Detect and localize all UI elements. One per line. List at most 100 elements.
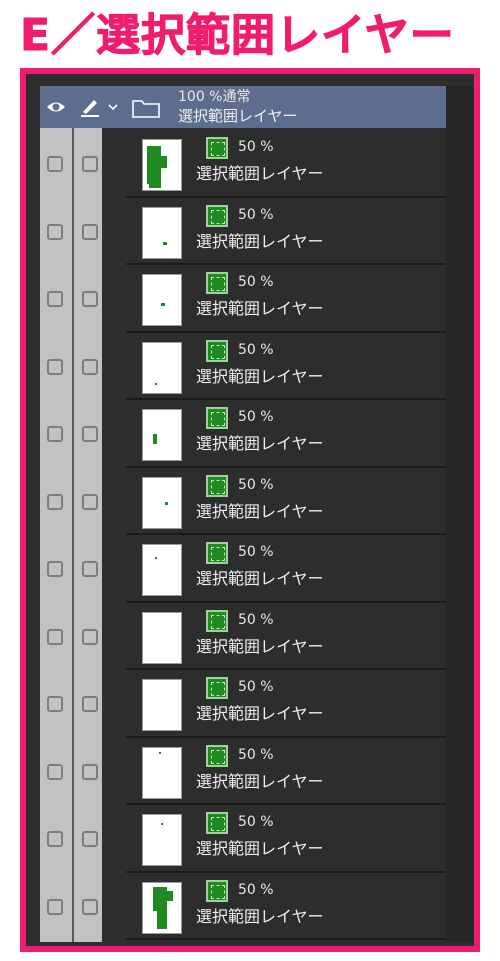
selection-mark <box>159 751 161 754</box>
layer-visibility-checkbox[interactable] <box>47 831 63 847</box>
layer-opacity: 50 % <box>238 746 274 763</box>
eye-icon[interactable] <box>46 99 66 115</box>
layer-row[interactable]: 50 % 選択範囲レイヤー <box>26 265 474 333</box>
selection-mark <box>161 303 165 306</box>
layer-lock-checkbox[interactable] <box>82 291 98 307</box>
layer-name[interactable]: 選択範囲レイヤー <box>196 164 324 184</box>
layer-opacity: 50 % <box>238 476 274 493</box>
layer-visibility-checkbox[interactable] <box>47 696 63 712</box>
layer-thumbnail <box>142 881 182 934</box>
layer-visibility-checkbox[interactable] <box>47 291 63 307</box>
layer-name[interactable]: 選択範囲レイヤー <box>196 907 324 927</box>
layer-visibility-checkbox[interactable] <box>47 426 63 442</box>
folder-layer-row[interactable]: 100 %通常 選択範囲レイヤー <box>40 86 446 128</box>
layer-visibility-checkbox[interactable] <box>47 358 63 375</box>
selection-layer-icon <box>206 677 228 699</box>
selection-layer-icon <box>206 474 228 497</box>
layer-name[interactable]: 選択範囲レイヤー <box>196 637 324 657</box>
layer-name[interactable]: 選択範囲レイヤー <box>196 367 324 387</box>
selection-layer-icon <box>206 879 228 902</box>
layer-lock-checkbox[interactable] <box>82 493 98 510</box>
layer-lock-checkbox[interactable] <box>82 426 98 442</box>
selection-mark <box>157 908 167 929</box>
layer-thumbnail <box>142 139 182 191</box>
layer-lock-checkbox[interactable] <box>82 223 98 240</box>
chevron-down-icon[interactable] <box>108 102 118 112</box>
layer-opacity: 50 % <box>238 679 274 695</box>
layer-list: 50 % 選択範囲レイヤー 50 % 選択範囲レイヤー 50 % 選択範囲レイヤー 50 %… <box>26 130 474 940</box>
selection-mark <box>155 382 157 385</box>
folder-icon <box>132 100 160 118</box>
selection-layer-icon <box>206 137 228 159</box>
layer-name[interactable]: 選択範囲レイヤー <box>196 502 324 522</box>
layer-visibility-checkbox[interactable] <box>47 628 63 645</box>
layer-opacity: 50 % <box>238 206 274 223</box>
layer-opacity: 50 % <box>238 139 274 155</box>
layer-thumbnail <box>142 476 182 529</box>
layer-opacity: 50 % <box>238 274 274 290</box>
layer-visibility-checkbox[interactable] <box>47 493 63 510</box>
layer-lock-checkbox[interactable] <box>82 156 98 172</box>
layer-thumbnail <box>142 409 182 461</box>
layer-name[interactable]: 選択範囲レイヤー <box>196 704 324 724</box>
layer-lock-checkbox[interactable] <box>82 763 98 780</box>
row-divider <box>126 938 446 940</box>
layer-opacity: 50 % <box>238 814 274 830</box>
layer-visibility-checkbox[interactable] <box>47 156 63 172</box>
selection-layer-icon <box>206 609 228 632</box>
layer-name[interactable]: 選択範囲レイヤー <box>196 299 324 319</box>
selection-layer-icon <box>206 744 228 767</box>
layer-row[interactable]: 50 % 選択範囲レイヤー <box>26 468 474 535</box>
layer-thumbnail <box>142 206 182 259</box>
selection-mark <box>153 434 157 444</box>
layer-row[interactable]: 50 % 選択範囲レイヤー <box>26 400 474 468</box>
layer-visibility-checkbox[interactable] <box>47 763 63 780</box>
layer-row[interactable]: 50 % 選択範囲レイヤー <box>26 130 474 198</box>
folder-blend-mode: 100 %通常 <box>178 89 251 105</box>
layer-opacity: 50 % <box>238 611 274 628</box>
layer-row[interactable]: 50 % 選択範囲レイヤー <box>26 535 474 603</box>
selection-mark <box>165 501 168 505</box>
layer-name[interactable]: 選択範囲レイヤー <box>196 434 324 454</box>
layer-visibility-checkbox[interactable] <box>47 561 63 577</box>
layer-lock-checkbox[interactable] <box>82 898 98 915</box>
layer-panel: 100 %通常 選択範囲レイヤー 50 % 選択範囲レイヤー 50 % 選択範囲レイヤ… <box>20 68 480 952</box>
layer-lock-checkbox[interactable] <box>82 561 98 577</box>
selection-layer-icon <box>206 407 228 429</box>
layer-lock-checkbox[interactable] <box>82 358 98 375</box>
selection-mark <box>157 156 167 168</box>
layer-name[interactable]: 選択範囲レイヤー <box>196 232 324 252</box>
selection-layer-icon <box>206 542 228 564</box>
layer-opacity: 50 % <box>238 881 274 898</box>
layer-row[interactable]: 50 % 選択範囲レイヤー <box>26 805 474 873</box>
layer-row[interactable]: 50 % 選択範囲レイヤー <box>26 603 474 670</box>
layer-row[interactable]: 50 % 選択範囲レイヤー <box>26 873 474 940</box>
layer-visibility-checkbox[interactable] <box>47 223 63 240</box>
layer-lock-checkbox[interactable] <box>82 696 98 712</box>
layer-lock-checkbox[interactable] <box>82 628 98 645</box>
layer-thumbnail <box>142 814 182 866</box>
layer-name[interactable]: 選択範囲レイヤー <box>196 569 324 589</box>
layer-name[interactable]: 選択範囲レイヤー <box>196 772 324 792</box>
selection-layer-icon <box>206 339 228 362</box>
layer-thumbnail <box>142 746 182 799</box>
layer-row[interactable]: 50 % 選択範囲レイヤー <box>26 670 474 738</box>
selection-mark <box>155 557 157 559</box>
layer-opacity: 50 % <box>238 341 274 358</box>
selection-layer-icon <box>206 812 228 834</box>
layer-name[interactable]: 選択範囲レイヤー <box>196 839 324 859</box>
selection-mark <box>149 180 161 188</box>
layer-thumbnail <box>142 341 182 394</box>
layer-visibility-checkbox[interactable] <box>47 898 63 915</box>
layer-row[interactable]: 50 % 選択範囲レイヤー <box>26 198 474 265</box>
selection-mark <box>161 823 163 825</box>
layer-row[interactable]: 50 % 選択範囲レイヤー <box>26 738 474 805</box>
pen-icon[interactable] <box>80 97 100 117</box>
selection-layer-icon <box>206 272 228 294</box>
folder-name[interactable]: 選択範囲レイヤー <box>178 107 298 125</box>
layer-row[interactable]: 50 % 選択範囲レイヤー <box>26 333 474 400</box>
layer-thumbnail <box>142 274 182 326</box>
selection-mark <box>163 241 167 245</box>
selection-mark <box>165 890 173 901</box>
layer-lock-checkbox[interactable] <box>82 831 98 847</box>
